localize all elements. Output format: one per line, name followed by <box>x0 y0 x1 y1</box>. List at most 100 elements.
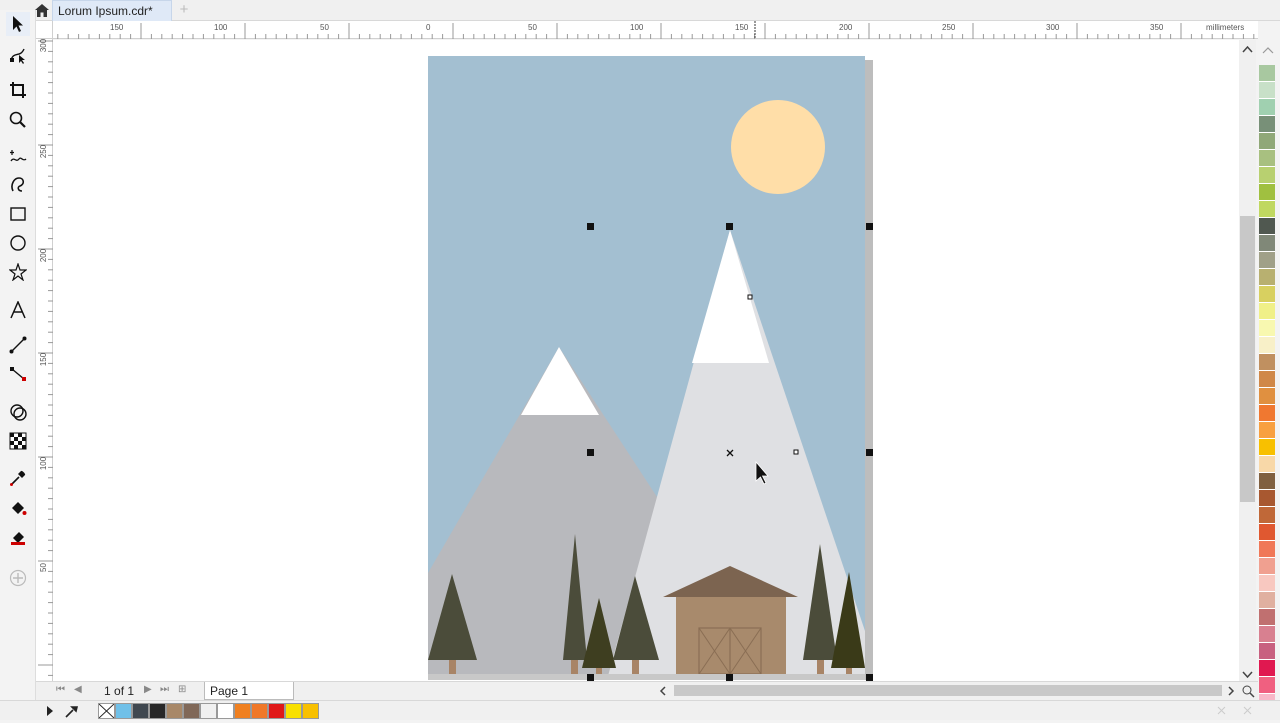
handle-bottom-right <box>866 674 873 681</box>
palette-swatch[interactable] <box>1259 575 1275 592</box>
scroll-up-icon <box>1242 45 1253 53</box>
document-color-swatch[interactable] <box>149 703 166 719</box>
connector-tool-icon[interactable] <box>6 362 30 386</box>
document-color-swatch[interactable] <box>285 703 302 719</box>
palette-swatch[interactable] <box>1259 167 1275 184</box>
palette-swatch[interactable] <box>1259 609 1275 626</box>
shape-tool-icon[interactable] <box>6 43 30 67</box>
palette-swatch[interactable] <box>1259 388 1275 405</box>
prev-page-icon[interactable]: ◀ <box>74 684 82 695</box>
freehand-tool-icon[interactable] <box>6 144 30 168</box>
handle-top-right <box>866 223 873 230</box>
ruler-h-label-9: 250 <box>942 23 956 32</box>
handle-middle-right <box>866 449 873 456</box>
add-tool-icon[interactable] <box>6 566 30 590</box>
document-tab[interactable]: Lorum Ipsum.cdr* <box>52 0 172 21</box>
document-color-swatch[interactable] <box>132 703 149 719</box>
palette-swatch[interactable] <box>1259 201 1275 218</box>
polygon-tool-icon[interactable] <box>6 260 30 284</box>
palette-swatch[interactable] <box>1259 592 1275 609</box>
palette-scroll-up-icon <box>1262 47 1274 54</box>
document-color-swatch[interactable] <box>217 703 234 719</box>
palette-swatch[interactable] <box>1259 677 1275 694</box>
palette-swatch[interactable] <box>1259 150 1275 167</box>
palette-swatch[interactable] <box>1259 218 1275 235</box>
palette-swatch[interactable] <box>1259 354 1275 371</box>
palette-swatch[interactable] <box>1259 303 1275 320</box>
palette-swatch[interactable] <box>1259 82 1275 99</box>
zoom-tool-icon[interactable] <box>6 108 30 132</box>
scroll-left-icon <box>659 686 666 696</box>
rectangle-tool-icon[interactable] <box>6 202 30 226</box>
interactive-fill-tool-icon[interactable] <box>6 496 30 520</box>
drop-shadow-tool-icon[interactable] <box>6 400 30 424</box>
palette-swatch[interactable] <box>1259 235 1275 252</box>
palette-swatch[interactable] <box>1259 643 1275 660</box>
document-color-swatch[interactable] <box>251 703 268 719</box>
ellipse-tool-icon[interactable] <box>6 231 30 255</box>
ruler-h-label-5: 50 <box>528 23 537 32</box>
page-tab-label: Page 1 <box>210 684 249 698</box>
ruler-v-label-4: 150 <box>39 352 49 367</box>
page-tab[interactable]: Page 1 <box>204 682 294 700</box>
document-color-swatch[interactable] <box>166 703 183 719</box>
palette-swatch[interactable] <box>1259 269 1275 286</box>
parallel-dimension-tool-icon[interactable] <box>6 333 30 357</box>
document-color-swatch[interactable] <box>302 703 319 719</box>
palette-swatch[interactable] <box>1259 337 1275 354</box>
palette-swatch[interactable] <box>1259 252 1275 269</box>
palette-swatch[interactable] <box>1259 65 1275 82</box>
ruler-h-label-1: 150 <box>110 23 124 32</box>
artistic-media-tool-icon[interactable] <box>6 172 30 196</box>
smart-fill-tool-icon[interactable] <box>6 525 30 549</box>
document-color-swatch[interactable] <box>268 703 285 719</box>
zoom-navigator-icon <box>1249 692 1255 698</box>
palette-swatch[interactable] <box>1259 320 1275 337</box>
center-mark <box>726 449 734 457</box>
no-fill-swatch[interactable] <box>98 703 115 719</box>
add-page-icon[interactable]: ⊞ <box>178 684 186 695</box>
palette-swatch[interactable] <box>1259 541 1275 558</box>
palette-swatch[interactable] <box>1259 490 1275 507</box>
new-tab-button[interactable]: + <box>176 1 192 19</box>
palette-swatch[interactable] <box>1259 371 1275 388</box>
crop-tool-icon[interactable] <box>6 78 30 102</box>
palette-swatch[interactable] <box>1259 507 1275 524</box>
palette-swatch[interactable] <box>1259 99 1275 116</box>
document-color-swatch[interactable] <box>183 703 200 719</box>
document-color-swatch[interactable] <box>234 703 251 719</box>
document-color-swatch[interactable] <box>115 703 132 719</box>
ruler-h-label-8: 200 <box>839 23 853 32</box>
scroll-right-icon <box>1228 686 1235 696</box>
palette-swatch[interactable] <box>1259 133 1275 150</box>
palette-swatch[interactable] <box>1259 405 1275 422</box>
ruler-v-label-3: 200 <box>39 248 49 263</box>
palette-swatch[interactable] <box>1259 660 1275 677</box>
first-page-icon[interactable]: ⏮ <box>56 684 65 695</box>
toolbox <box>0 10 36 700</box>
palette-swatch[interactable] <box>1259 524 1275 541</box>
last-page-icon[interactable]: ⏭ <box>160 684 169 695</box>
palette-swatch[interactable] <box>1259 286 1275 303</box>
next-page-icon[interactable]: ▶ <box>144 684 152 695</box>
ruler-origin[interactable] <box>36 21 53 39</box>
palette-swatch[interactable] <box>1259 558 1275 575</box>
palette-swatch[interactable] <box>1259 422 1275 439</box>
ruler-h-label-4: 0 <box>426 23 431 32</box>
text-tool-icon[interactable] <box>6 298 30 322</box>
palette-swatch[interactable] <box>1259 439 1275 456</box>
palette-swatch[interactable] <box>1259 626 1275 643</box>
drawing-canvas[interactable] <box>53 40 1239 681</box>
eyedropper-tool-icon[interactable] <box>6 466 30 490</box>
pick-tool-icon[interactable] <box>6 12 30 36</box>
ruler-h-label-10: 300 <box>1046 23 1060 32</box>
transparency-tool-icon[interactable] <box>6 429 30 453</box>
palette-swatch[interactable] <box>1259 456 1275 473</box>
palette-swatch[interactable] <box>1259 116 1275 133</box>
palette-swatch[interactable] <box>1259 184 1275 201</box>
document-color-swatch[interactable] <box>200 703 217 719</box>
palette-swatch[interactable] <box>1259 473 1275 490</box>
vertical-scroll-thumb[interactable] <box>1240 216 1255 502</box>
scroll-down-icon <box>1242 671 1253 679</box>
horizontal-scroll-thumb[interactable] <box>674 685 1222 696</box>
